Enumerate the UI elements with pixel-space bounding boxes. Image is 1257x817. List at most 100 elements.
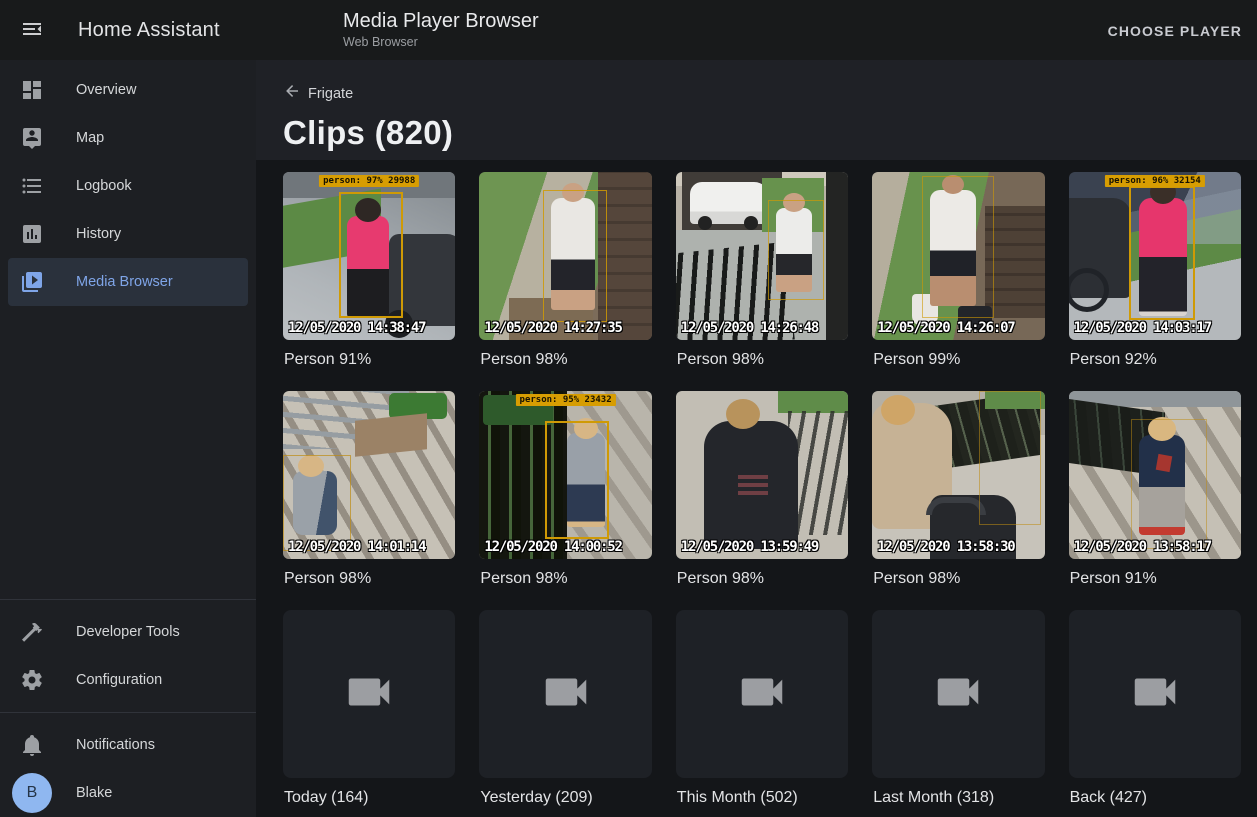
- sidebar-item-map[interactable]: Map: [0, 114, 256, 162]
- sidebar-item-overview[interactable]: Overview: [0, 66, 256, 114]
- breadcrumb-label: Frigate: [308, 86, 353, 102]
- detection-box: [1129, 186, 1195, 320]
- timestamp-overlay: 12/05/2020 14:01:14: [288, 539, 425, 555]
- folder-label: Today (164): [283, 789, 455, 807]
- timestamp-overlay: 12/05/2020 13:58:17: [1074, 539, 1211, 555]
- play-box-multiple-icon: [20, 270, 44, 294]
- timestamp-overlay: 12/05/2020 13:58:30: [877, 539, 1014, 555]
- clip-card[interactable]: 12/05/2020 13:58:30 Person 98%: [872, 391, 1044, 588]
- sidebar-item-configuration[interactable]: Configuration: [0, 656, 256, 704]
- timestamp-overlay: 12/05/2020 14:26:48: [681, 320, 818, 336]
- clip-label: Person 98%: [479, 351, 651, 369]
- clip-card[interactable]: 12/05/2020 14:27:35 Person 98%: [479, 172, 651, 369]
- scene-shape: [355, 413, 427, 457]
- folder-card-today[interactable]: Today (164): [283, 610, 455, 807]
- clip-label: Person 98%: [872, 570, 1044, 588]
- video-camera-icon: [735, 665, 789, 724]
- clip-label: Person 91%: [283, 351, 455, 369]
- detection-box: [768, 200, 824, 300]
- sidebar-item-label: Notifications: [76, 737, 155, 753]
- clip-thumbnail: 12/05/2020 14:01:14: [283, 391, 455, 559]
- clip-thumbnail: person: 97% 29988 12/05/2020 14:38:47: [283, 172, 455, 340]
- sidebar-item-label: Media Browser: [76, 274, 173, 290]
- sidebar-item-media-browser[interactable]: Media Browser: [8, 258, 248, 306]
- sidebar-item-history[interactable]: History: [0, 210, 256, 258]
- sidebar-item-label: Map: [76, 130, 104, 146]
- sidebar-item-label: Overview: [76, 82, 136, 98]
- view-dashboard-icon: [20, 78, 44, 102]
- folder-thumbnail: [872, 610, 1044, 778]
- folder-label: Yesterday (209): [479, 789, 651, 807]
- timestamp-overlay: 12/05/2020 14:03:17: [1074, 320, 1211, 336]
- folder-label: Last Month (318): [872, 789, 1044, 807]
- detection-box: [339, 192, 403, 318]
- sidebar-divider: [0, 599, 256, 600]
- clip-card[interactable]: 12/05/2020 13:58:17 Person 91%: [1069, 391, 1241, 588]
- detection-box: [545, 421, 609, 539]
- clip-thumbnail: 12/05/2020 13:58:30: [872, 391, 1044, 559]
- clip-card[interactable]: 12/05/2020 14:26:48 Person 98%: [676, 172, 848, 369]
- sidebar-item-user[interactable]: B Blake: [0, 769, 256, 817]
- video-camera-icon: [931, 665, 985, 724]
- detection-box: [922, 176, 994, 318]
- clip-thumbnail: 12/05/2020 14:27:35: [479, 172, 651, 340]
- folder-thumbnail: [676, 610, 848, 778]
- clip-label: Person 99%: [872, 351, 1044, 369]
- scene-shape: [778, 391, 848, 413]
- bell-icon: [20, 733, 44, 757]
- arrow-left-icon: [283, 82, 301, 105]
- sidebar-divider: [0, 712, 256, 713]
- folder-label: This Month (502): [676, 789, 848, 807]
- clips-title: Clips (820): [283, 114, 1241, 152]
- sidebar-spacer: [0, 306, 256, 591]
- sidebar-item-notifications[interactable]: Notifications: [0, 721, 256, 769]
- format-list-bulleted-icon: [20, 174, 44, 198]
- clip-thumbnail: 12/05/2020 13:58:17: [1069, 391, 1241, 559]
- scene-car: [690, 182, 770, 224]
- folder-card-this-month[interactable]: This Month (502): [676, 610, 848, 807]
- clip-label: Person 92%: [1069, 351, 1241, 369]
- clip-label: Person 98%: [676, 351, 848, 369]
- breadcrumb-back[interactable]: Frigate: [283, 82, 353, 105]
- clip-thumbnail: 12/05/2020 13:59:49: [676, 391, 848, 559]
- timestamp-overlay: 12/05/2020 14:00:52: [484, 539, 621, 555]
- clip-card[interactable]: person: 96% 32154 12/05/2020 14:03:17 Pe…: [1069, 172, 1241, 369]
- clip-label: Person 91%: [1069, 570, 1241, 588]
- content-header: Frigate Clips (820): [256, 60, 1257, 160]
- sidebar: Overview Map Logbook History Media Brows…: [0, 60, 256, 817]
- clip-card[interactable]: 12/05/2020 14:01:14 Person 98%: [283, 391, 455, 588]
- video-camera-icon: [539, 665, 593, 724]
- timestamp-overlay: 12/05/2020 14:27:35: [484, 320, 621, 336]
- clip-thumbnail: person: 96% 32154 12/05/2020 14:03:17: [1069, 172, 1241, 340]
- clip-card[interactable]: 12/05/2020 14:26:07 Person 99%: [872, 172, 1044, 369]
- choose-player-button[interactable]: CHOOSE PLAYER: [1108, 14, 1242, 48]
- detection-box: [543, 190, 607, 322]
- folder-card-back[interactable]: Back (427): [1069, 610, 1241, 807]
- clip-label: Person 98%: [283, 570, 455, 588]
- clip-card[interactable]: person: 95% 23432 12/05/2020 14:00:52 Pe…: [479, 391, 651, 588]
- person-pin-icon: [20, 126, 44, 150]
- sidebar-item-label: History: [76, 226, 121, 242]
- folder-card-yesterday[interactable]: Yesterday (209): [479, 610, 651, 807]
- folder-thumbnail: [1069, 610, 1241, 778]
- detection-label: person: 96% 32154: [1105, 175, 1205, 187]
- timestamp-overlay: 12/05/2020 13:59:49: [681, 539, 818, 555]
- scene-shape: [738, 473, 768, 495]
- folder-card-last-month[interactable]: Last Month (318): [872, 610, 1044, 807]
- chart-box-icon: [20, 222, 44, 246]
- clip-card[interactable]: 12/05/2020 13:59:49 Person 98%: [676, 391, 848, 588]
- scene-stroller: [1069, 198, 1131, 298]
- menu-open-icon: [20, 17, 44, 44]
- sidebar-item-logbook[interactable]: Logbook: [0, 162, 256, 210]
- clip-card[interactable]: person: 97% 29988 12/05/2020 14:38:47 Pe…: [283, 172, 455, 369]
- user-name: Blake: [76, 785, 112, 801]
- page-title: Media Player Browser: [343, 8, 539, 34]
- clip-thumbnail: 12/05/2020 14:26:48: [676, 172, 848, 340]
- sidebar-item-developer-tools[interactable]: Developer Tools: [0, 608, 256, 656]
- timestamp-overlay: 12/05/2020 14:38:47: [288, 320, 425, 336]
- detection-box: [1131, 419, 1207, 549]
- top-app-bar: Home Assistant Media Player Browser Web …: [0, 0, 1257, 60]
- detection-box: [979, 391, 1041, 525]
- sidebar-item-label: Developer Tools: [76, 624, 180, 640]
- menu-open-button[interactable]: [8, 6, 56, 54]
